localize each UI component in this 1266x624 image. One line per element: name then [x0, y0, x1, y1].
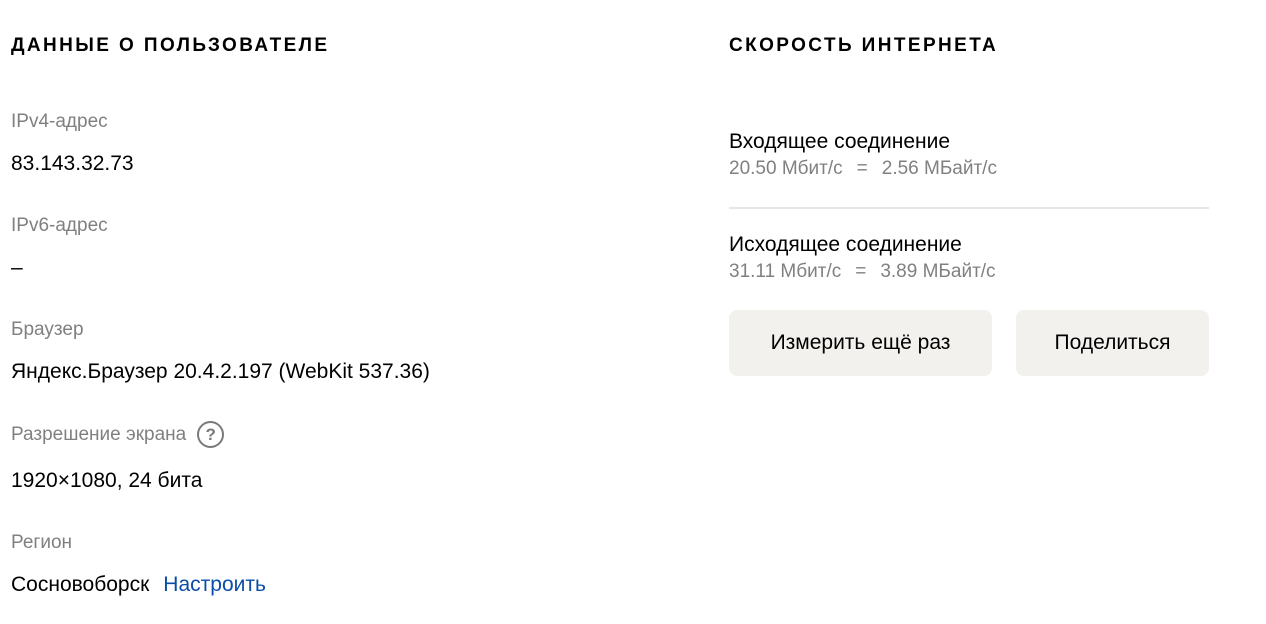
share-button[interactable]: Поделиться [1016, 310, 1209, 376]
region-settings-link[interactable]: Настроить [163, 573, 266, 596]
incoming-speed-row: 20.50 Мбит/с = 2.56 МБайт/с [729, 158, 997, 180]
user-data-title: ДАННЫЕ О ПОЛЬЗОВАТЕЛЕ [11, 35, 330, 56]
screen-resolution-value: 1920×1080, 24 бита [11, 469, 203, 492]
ipv4-label: IPv4-адрес [11, 111, 108, 132]
incoming-equals: = [856, 158, 868, 179]
ipv6-value: – [11, 256, 23, 279]
region-value: Сосновоборск [11, 573, 150, 596]
measure-again-button[interactable]: Измерить ещё раз [729, 310, 992, 376]
ipv4-value: 83.143.32.73 [11, 152, 134, 175]
incoming-mbit: 20.50 Мбит/с [729, 158, 843, 179]
internet-speed-section: СКОРОСТЬ ИНТЕРНЕТА Входящее соединение 2… [729, 0, 1209, 624]
internet-speed-title: СКОРОСТЬ ИНТЕРНЕТА [729, 35, 999, 56]
screen-resolution-label-row: Разрешение экрана ? [11, 421, 225, 448]
divider [729, 207, 1209, 209]
outgoing-speed-row: 31.11 Мбит/с = 3.89 МБайт/с [729, 261, 996, 283]
browser-label: Браузер [11, 319, 84, 340]
region-row: Сосновоборск Настроить [11, 573, 266, 597]
screen-resolution-label: Разрешение экрана [11, 423, 187, 445]
outgoing-mbit: 31.11 Мбит/с [729, 261, 842, 282]
incoming-connection-label: Входящее соединение [729, 130, 951, 153]
browser-value: Яндекс.Браузер 20.4.2.197 (WebKit 537.36… [11, 360, 430, 383]
incoming-mbyte: 2.56 МБайт/с [881, 158, 997, 179]
help-icon[interactable]: ? [197, 421, 225, 448]
outgoing-equals: = [855, 261, 867, 282]
user-data-section: ДАННЫЕ О ПОЛЬЗОВАТЕЛЕ IPv4-адрес 83.143.… [11, 0, 671, 624]
outgoing-connection-label: Исходящее соединение [729, 233, 962, 256]
ipv6-label: IPv6-адрес [11, 215, 108, 236]
region-label: Регион [11, 532, 73, 553]
outgoing-mbyte: 3.89 МБайт/с [880, 261, 996, 282]
page: ДАННЫЕ О ПОЛЬЗОВАТЕЛЕ IPv4-адрес 83.143.… [0, 0, 1266, 624]
